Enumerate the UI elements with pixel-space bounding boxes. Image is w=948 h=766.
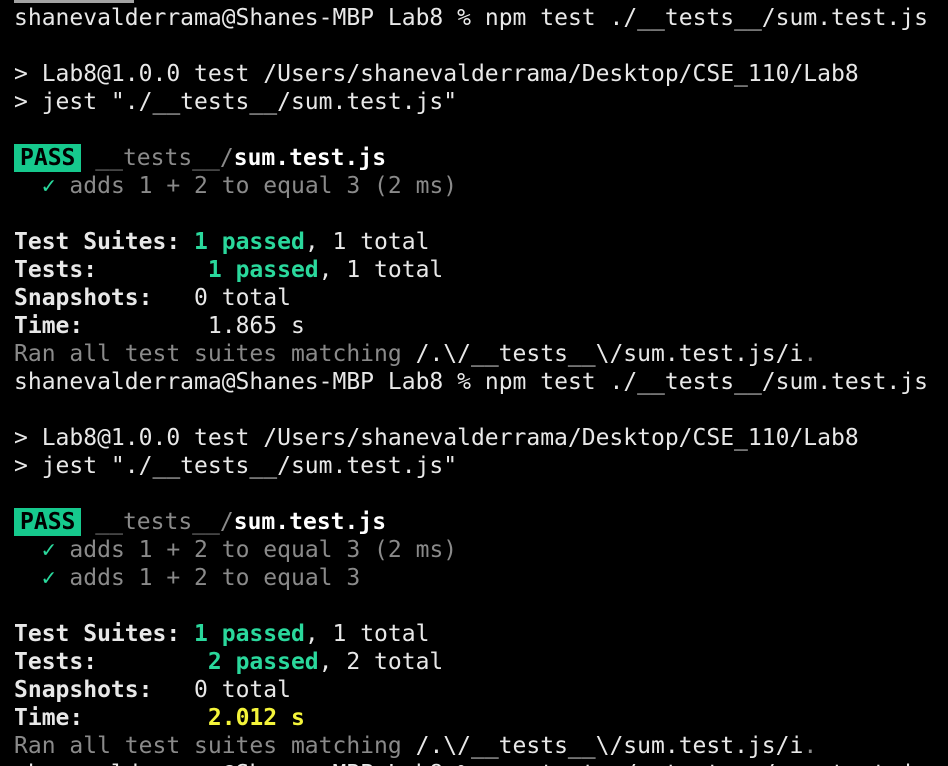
- summary-total: , 2 total: [318, 649, 444, 675]
- summary-label: Time:: [14, 705, 84, 731]
- summary-label: Tests:: [14, 257, 98, 283]
- prompt-host: shanevalderrama@Shanes-MBP: [14, 5, 375, 31]
- ran-all-suites-line: Ran all test suites matching /.\/__tests…: [14, 340, 948, 368]
- summary-label: Time:: [14, 313, 84, 339]
- summary-value-slow: 2.012 s: [207, 705, 305, 731]
- npm-script-line: > Lab8@1.0.0 test /Users/shanevalderrama…: [14, 425, 859, 451]
- test-case-row: ✓ adds 1 + 2 to equal 3: [14, 564, 948, 592]
- test-case-name: adds 1 + 2 to equal 3 (2 ms): [69, 173, 458, 199]
- summary-label: Snapshots:: [14, 677, 153, 703]
- summary-total: , 1 total: [304, 229, 430, 255]
- ran-end: .: [803, 733, 818, 759]
- summary-test-suites: Test Suites: 1 passed, 1 total: [14, 228, 948, 256]
- summary-time: Time: 2.012 s: [14, 704, 948, 732]
- jest-invocation-line: > jest "./__tests__/sum.test.js": [14, 453, 458, 479]
- summary-passed: 1 passed: [207, 257, 319, 283]
- ran-text: Ran all test suites matching: [14, 341, 402, 367]
- checkmark-icon: ✓: [41, 565, 56, 591]
- prompt-directory: Lab8: [387, 5, 444, 31]
- ran-end: .: [803, 341, 818, 367]
- test-case-row: ✓ adds 1 + 2 to equal 3 (2 ms): [14, 172, 948, 200]
- ran-pattern: /.\/__tests__\/sum.test.js/i: [415, 733, 804, 759]
- summary-tests: Tests: 2 passed, 2 total: [14, 648, 948, 676]
- summary-value: 0 total: [194, 285, 291, 311]
- summary-passed: 1 passed: [194, 621, 305, 647]
- ran-pattern: /.\/__tests__\/sum.test.js/i: [415, 341, 804, 367]
- ran-text: Ran all test suites matching: [14, 733, 402, 759]
- test-file-dir: __tests__/: [95, 509, 234, 535]
- summary-label: Tests:: [14, 649, 98, 675]
- summary-passed: 2 passed: [207, 649, 319, 675]
- test-file-result: PASS __tests__/sum.test.js: [14, 144, 948, 172]
- summary-snapshots: Snapshots: 0 total: [14, 676, 948, 704]
- jest-invocation-line: > jest "./__tests__/sum.test.js": [14, 89, 458, 115]
- summary-value: 1.865 s: [207, 313, 305, 339]
- summary-label: Test Suites:: [14, 229, 181, 255]
- previous-output-remnant: [14, 0, 134, 3]
- terminal-window[interactable]: shanevalderrama@Shanes-MBP Lab8 % npm te…: [0, 0, 948, 766]
- summary-test-suites: Test Suites: 1 passed, 1 total: [14, 620, 948, 648]
- checkmark-icon: ✓: [41, 173, 56, 199]
- pass-badge: PASS: [14, 144, 82, 172]
- summary-time: Time: 1.865 s: [14, 312, 948, 340]
- command-text: npm test ./__tests__/sum.test.js: [484, 5, 928, 31]
- summary-label: Test Suites:: [14, 621, 181, 647]
- ran-all-suites-line: Ran all test suites matching /.\/__tests…: [14, 732, 948, 760]
- npm-script-line: > Lab8@1.0.0 test /Users/shanevalderrama…: [14, 61, 859, 87]
- test-file-result: PASS __tests__/sum.test.js: [14, 508, 948, 536]
- test-file-dir: __tests__/: [95, 145, 234, 171]
- command-prompt-line: shanevalderrama@Shanes-MBP Lab8 % npm te…: [14, 368, 948, 396]
- terminal-output: shanevalderrama@Shanes-MBP Lab8 % npm te…: [14, 4, 948, 760]
- summary-total: , 1 total: [318, 257, 444, 283]
- summary-tests: Tests: 1 passed, 1 total: [14, 256, 948, 284]
- prompt-symbol: %: [457, 369, 471, 395]
- test-case-row: ✓ adds 1 + 2 to equal 3 (2 ms): [14, 536, 948, 564]
- prompt-host: shanevalderrama@Shanes-MBP: [14, 369, 375, 395]
- test-file-name: sum.test.js: [233, 145, 387, 171]
- test-case-name: adds 1 + 2 to equal 3 (2 ms): [69, 537, 458, 563]
- summary-label: Snapshots:: [14, 285, 153, 311]
- command-prompt-line: shanevalderrama@Shanes-MBP Lab8 % npm te…: [14, 4, 948, 32]
- prompt-symbol: %: [457, 5, 471, 31]
- next-prompt-cutoff: shanevalderrama@Shanes-MBP Lab8 % npm te…: [14, 760, 934, 766]
- pass-badge: PASS: [14, 508, 82, 536]
- summary-total: , 1 total: [304, 621, 430, 647]
- summary-passed: 1 passed: [194, 229, 305, 255]
- test-case-name: adds 1 + 2 to equal 3: [69, 565, 361, 591]
- summary-value: 0 total: [194, 677, 291, 703]
- summary-snapshots: Snapshots: 0 total: [14, 284, 948, 312]
- test-file-name: sum.test.js: [233, 509, 387, 535]
- checkmark-icon: ✓: [41, 537, 56, 563]
- command-text: npm test ./__tests__/sum.test.js: [484, 369, 928, 395]
- prompt-directory: Lab8: [387, 369, 444, 395]
